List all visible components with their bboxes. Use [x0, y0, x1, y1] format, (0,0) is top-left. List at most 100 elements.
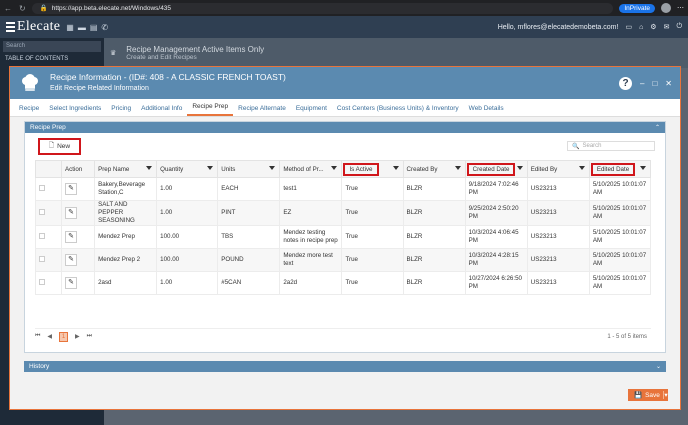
close-icon[interactable]: ✕ [665, 79, 672, 88]
row-checkbox[interactable] [34, 225, 63, 249]
col-edited-by[interactable]: Edited By [526, 160, 590, 178]
search-input[interactable]: 🔍 Search [567, 141, 655, 151]
refresh-icon[interactable]: ↻ [19, 4, 26, 13]
checkbox[interactable] [39, 278, 45, 285]
col-units[interactable]: Units [217, 160, 281, 178]
edit-pencil-icon[interactable]: ✎ [65, 277, 78, 289]
next-page-icon[interactable]: ▶ [75, 333, 80, 340]
save-icon: 💾 [634, 392, 643, 399]
col-units-label: Units [221, 165, 236, 173]
filter-icon[interactable] [578, 166, 585, 170]
back-icon[interactable]: ← [4, 4, 12, 13]
inprivate-badge[interactable]: InPrivate [619, 3, 655, 13]
calculator-icon[interactable]: ▦ [66, 23, 74, 32]
settings-icon[interactable]: ⚙ [650, 23, 656, 31]
home-icon[interactable]: ⌂ [639, 24, 643, 31]
folder-icon[interactable]: ▭ [625, 23, 632, 31]
save-dropdown-icon[interactable]: ▾ [662, 391, 668, 399]
table-row[interactable]: ✎ Mendez Prep 2 100.00 POUND Mendez more… [34, 248, 652, 272]
row-checkbox[interactable] [34, 177, 63, 201]
col-quantity[interactable]: Quantity [156, 160, 219, 178]
filter-icon[interactable] [269, 166, 276, 170]
page-header: ♛ Recipe Management Active Items Only Cr… [104, 38, 688, 68]
checkbox[interactable] [39, 208, 45, 215]
last-page-icon[interactable]: ⏭ [87, 333, 92, 340]
row-checkbox[interactable] [34, 200, 63, 226]
checkbox[interactable] [39, 232, 45, 239]
select-all-header[interactable] [34, 160, 63, 178]
table-row[interactable]: ✎ Mendez Prep 100.00 TBS Mendez testing … [34, 225, 652, 249]
printer-icon[interactable]: ▤ [90, 23, 98, 32]
maximize-icon[interactable]: □ [652, 79, 657, 88]
edit-pencil-icon[interactable]: ✎ [65, 254, 78, 266]
chevron-down-icon[interactable]: ⌄ [656, 363, 661, 370]
tab-web-details[interactable]: Web Details [464, 105, 509, 116]
phone-icon[interactable]: ✆ [101, 23, 108, 32]
row-checkbox[interactable] [34, 248, 63, 272]
cell-method: EZ [279, 200, 343, 226]
truck-icon[interactable]: ▬ [78, 23, 86, 32]
col-is-active[interactable]: Is Active [341, 160, 404, 178]
filter-icon[interactable] [207, 166, 214, 170]
panel-header[interactable]: Recipe Prep ⌃ [25, 122, 665, 133]
chevron-up-icon[interactable]: ⌃ [655, 124, 660, 131]
tab-pricing[interactable]: Pricing [106, 105, 136, 116]
col-created-date[interactable]: Created Date [464, 160, 528, 178]
save-label: Save [645, 391, 660, 399]
cell-units: #5CAN [217, 271, 281, 295]
edit-pencil-icon[interactable]: ✎ [65, 183, 78, 195]
col-created-by-label: Created By [406, 165, 438, 173]
col-prep-name[interactable]: Prep Name [94, 160, 158, 178]
cell-units: PINT [217, 200, 281, 226]
cell-created-by: BLZR [402, 200, 466, 226]
checkbox[interactable] [39, 184, 45, 191]
user-area: Hello, mflores@elecatedemobeta.com! ▭ ⌂ … [498, 23, 682, 31]
tab-select-ingredients[interactable]: Select Ingredients [44, 105, 106, 116]
filter-icon[interactable] [146, 166, 153, 170]
minimize-icon[interactable]: – [640, 79, 644, 88]
save-button[interactable]: 💾 Save ▾ [628, 389, 668, 401]
row-checkbox[interactable] [34, 271, 63, 295]
table-row[interactable]: ✎ SALT AND PEPPER SEASONING 1.00 PINT EZ… [34, 200, 652, 226]
help-icon[interactable]: ? [619, 76, 632, 90]
checkbox[interactable] [39, 255, 45, 262]
table-row[interactable]: ✎ 2asd 1.00 #5CAN 2a2d True BLZR 10/27/2… [34, 271, 652, 295]
page-subtitle: Create and Edit Recipes [126, 54, 197, 61]
cell-quantity: 100.00 [156, 225, 219, 249]
tab-cost-centers[interactable]: Cost Centers (Business Units) & Inventor… [332, 105, 464, 116]
filter-icon[interactable] [392, 166, 399, 170]
cell-created-date: 9/18/2024 7:02:46 PM [464, 177, 528, 201]
sidebar-search[interactable]: Search [3, 41, 101, 52]
chat-icon[interactable]: ✉ [664, 23, 670, 31]
tab-recipe-prep[interactable]: Recipe Prep [187, 103, 234, 116]
col-method[interactable]: Method of Pr... [279, 160, 343, 178]
address-bar[interactable]: 🔒 https://app.beta.elecate.net/Windows/4… [31, 2, 614, 14]
edit-pencil-icon[interactable]: ✎ [65, 207, 78, 219]
edit-pencil-icon[interactable]: ✎ [65, 231, 78, 243]
more-icon[interactable]: ⋯ [677, 4, 684, 12]
filter-icon[interactable] [640, 166, 646, 170]
page-number[interactable]: 1 [59, 331, 69, 342]
filter-icon[interactable] [454, 166, 461, 170]
tab-recipe-alternate[interactable]: Recipe Alternate [233, 105, 291, 116]
history-panel-header[interactable]: History ⌄ [24, 361, 666, 372]
first-page-icon[interactable]: ⏮ [35, 333, 40, 340]
table-row[interactable]: ✎ Bakery,Beverage Station,C 1.00 EACH te… [34, 177, 652, 201]
col-edited-date[interactable]: Edited Date [588, 160, 652, 178]
new-button[interactable]: 🗋 New [38, 138, 81, 155]
logout-icon[interactable]: ⏻ [676, 23, 682, 31]
menu-icon[interactable] [6, 22, 15, 32]
cell-is-active: True [341, 177, 404, 201]
col-action: Action [61, 160, 96, 178]
search-icon: 🔍 [572, 143, 580, 150]
profile-icon[interactable] [661, 3, 671, 13]
filter-icon[interactable] [516, 166, 523, 170]
filter-icon[interactable] [331, 166, 338, 170]
tab-equipment[interactable]: Equipment [291, 105, 332, 116]
col-created-by[interactable]: Created By [402, 160, 466, 178]
prev-page-icon[interactable]: ◀ [47, 333, 52, 340]
cell-edited-date: 5/10/2025 10:01:07 AM [588, 200, 652, 226]
tab-additional-info[interactable]: Additional Info [136, 105, 187, 116]
cell-created-by: BLZR [402, 177, 466, 201]
tab-recipe[interactable]: Recipe [14, 105, 44, 116]
